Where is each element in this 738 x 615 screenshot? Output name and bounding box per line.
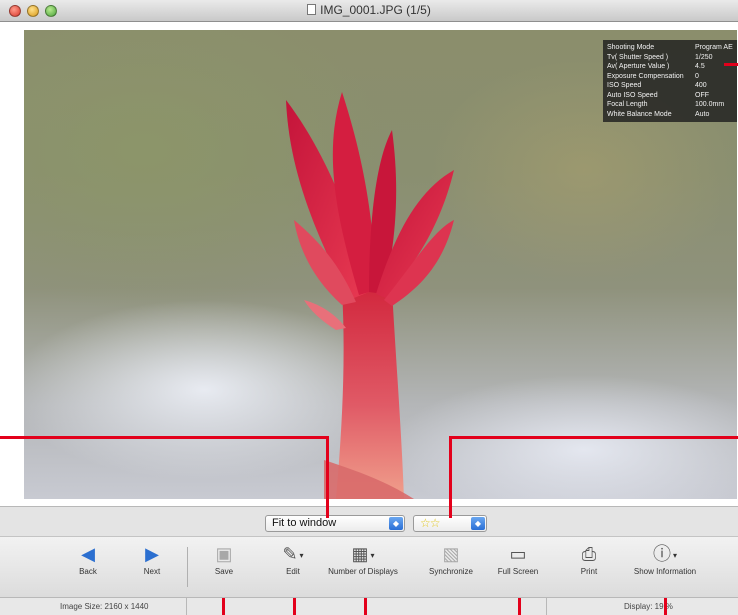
shooting-info-row: Exposure Compensation 0 [607, 72, 733, 82]
selector-bar: Fit to window ◆ ☆☆ ◆ [0, 506, 738, 536]
status-bar: Image Size: 2160 x 1440 Display: 19 % [0, 598, 738, 615]
next-label: Next [143, 567, 161, 576]
next-arrow-icon: ▶ [145, 544, 159, 564]
select-arrows-icon: ◆ [389, 517, 403, 530]
shooting-info-value: 100.0mm [695, 101, 725, 108]
rating-value: ☆☆ [420, 516, 440, 530]
callout-line [518, 598, 521, 615]
callout-line [449, 436, 738, 439]
select-arrows-icon: ◆ [471, 517, 485, 530]
shooting-info-label: Av( Aperture Value ) [607, 63, 670, 70]
number-of-displays-button[interactable]: ▦ ▾ Number of Displays [320, 541, 406, 577]
shooting-info-label: Exposure Compensation [607, 72, 684, 80]
full-screen-label: Full Screen [497, 567, 539, 576]
window-title: IMG_0001.JPG (1/5) [0, 3, 738, 17]
save-label: Save [214, 567, 234, 576]
shooting-info-value: 400 [695, 82, 707, 89]
info-icon: ⓘ ▾ [652, 544, 677, 564]
callout-line [449, 436, 452, 518]
print-button[interactable]: ⎙ Print [551, 541, 627, 577]
callout-line [364, 598, 367, 615]
window-title-text: IMG_0001.JPG (1/5) [320, 3, 431, 17]
shooting-info-row: White Balance Mode Auto [607, 110, 733, 120]
callout-line [293, 598, 296, 615]
shooting-info-row: ISO Speed 400 [607, 81, 733, 91]
callout-line [222, 598, 225, 615]
shooting-info-row: Av( Aperture Value ) 4.5 [607, 62, 733, 72]
shooting-info-row: Focal Length 100.0mm [607, 100, 733, 110]
number-of-displays-label: Number of Displays [328, 567, 398, 576]
zoom-mode-select[interactable]: Fit to window ◆ [265, 515, 405, 532]
synchronize-label: Synchronize [428, 567, 474, 576]
next-button[interactable]: ▶ Next [114, 541, 190, 577]
shooting-info-label: White Balance Mode [607, 110, 672, 118]
shooting-info-value: 1/250 [695, 53, 713, 61]
save-button[interactable]: ▣ Save [186, 541, 262, 577]
shooting-info-panel: Shooting Mode Program AE Tv( Shutter Speed… [603, 40, 737, 122]
shooting-info-label: Shooting Mode [607, 44, 655, 51]
callout-line [664, 598, 667, 615]
shooting-info-value: OFF [695, 91, 709, 99]
shooting-info-label: ISO Speed [607, 82, 642, 89]
shooting-info-label: Tv( Shutter Speed ) [607, 53, 669, 61]
shooting-info-value: Program AE [695, 44, 733, 51]
save-icon: ▣ [215, 544, 233, 564]
callout-line [326, 436, 329, 518]
grid-display-icon: ▦ ▾ [351, 544, 375, 564]
title-bar: IMG_0001.JPG (1/5) [0, 0, 738, 22]
print-label: Print [580, 567, 598, 576]
status-divider [186, 598, 187, 615]
shooting-info-row: Tv( Shutter Speed ) 1/250 [607, 53, 733, 63]
shooting-info-row: Shooting Mode Program AE [607, 43, 733, 53]
printer-icon: ⎙ [581, 544, 597, 564]
document-icon [307, 4, 317, 15]
dropdown-arrow-icon: ▾ [672, 551, 677, 560]
image-size-status: Image Size: 2160 x 1440 [60, 602, 149, 611]
image-viewer-window: IMG_0001.JPG (1/5) Shooting Mode Program… [0, 0, 738, 615]
dropdown-arrow-icon: ▾ [299, 551, 304, 560]
show-information-label: Show Information [633, 567, 697, 576]
shooting-info-label: Focal Length [607, 101, 648, 108]
zoom-mode-value: Fit to window [272, 517, 337, 529]
show-information-button[interactable]: ⓘ ▾ Show Information [625, 541, 705, 577]
image-viewer-area[interactable]: Shooting Mode Program AE Tv( Shutter Speed… [0, 22, 738, 506]
dropdown-arrow-icon: ▾ [370, 551, 375, 560]
shooting-info-value: Auto [695, 110, 710, 118]
shooting-info-value: 0 [695, 72, 699, 80]
monitor-icon: ▭ [509, 544, 527, 564]
bottom-controls: Fit to window ◆ ☆☆ ◆ ◀ Back ▶ Next ▣ Sav… [0, 506, 738, 615]
status-divider [546, 598, 547, 615]
shooting-info-row: Auto ISO Speed OFF [607, 91, 733, 101]
callout-line [0, 436, 328, 439]
photo[interactable]: Shooting Mode Program AE Tv( Shutter Speed… [24, 30, 737, 499]
shooting-info-label: Auto ISO Speed [607, 91, 658, 99]
callout-line [724, 63, 738, 66]
full-screen-button[interactable]: ▭ Full Screen [480, 541, 556, 577]
synchronize-icon: ▧ [442, 544, 460, 564]
synchronize-button[interactable]: ▧ Synchronize [413, 541, 489, 577]
toolbar: ◀ Back ▶ Next ▣ Save ✎ ▾ Edit ▦ ▾ Number o… [0, 536, 738, 598]
